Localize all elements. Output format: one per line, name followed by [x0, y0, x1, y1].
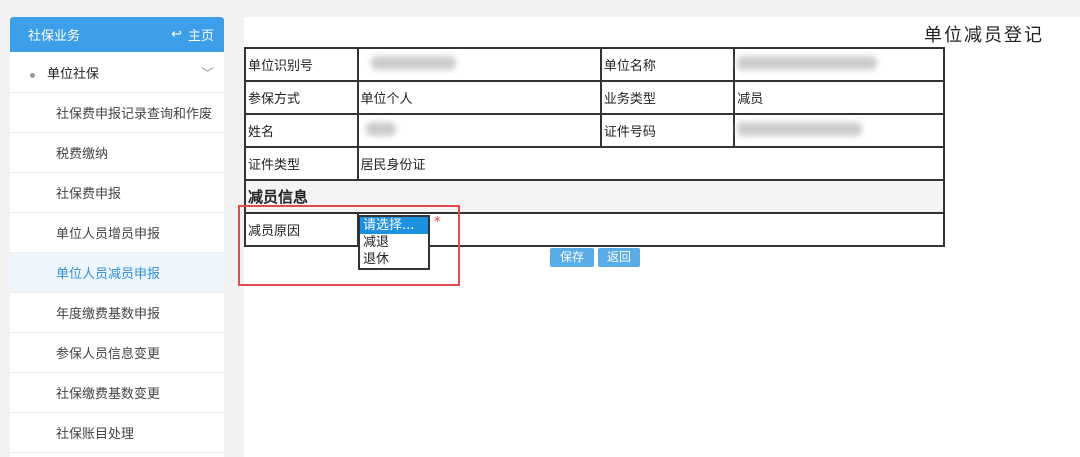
sidebar-item-label: 社保账目处理: [56, 427, 135, 442]
sidebar-item-label: 社保缴费基数变更: [56, 387, 161, 402]
sidebar-item-label: 单位人员增员申报: [56, 227, 161, 242]
home-link[interactable]: ↩ 主页: [171, 25, 214, 44]
sidebar-item-label: 参保人员信息变更: [56, 347, 161, 362]
back-button[interactable]: 返回: [598, 248, 640, 267]
label: 业务类型: [599, 80, 736, 115]
sidebar-item-label: 税费缴纳: [56, 147, 109, 162]
id-type-value: 居民身份证: [356, 146, 946, 181]
sidebar-item[interactable]: 社保费申报: [10, 173, 224, 213]
highlight-box: [238, 205, 460, 286]
sidebar-item[interactable]: 社保费申报记录查询和作废: [10, 93, 224, 133]
unit-name-value: [733, 47, 945, 82]
label: 参保方式: [244, 80, 359, 115]
save-button[interactable]: 保存: [550, 248, 594, 267]
insure-mode-value: 单位个人: [356, 80, 602, 115]
sidebar-item-label: 社保费申报: [56, 187, 122, 202]
chevron-down-icon: ﹀: [200, 66, 214, 82]
id-no-value: [733, 113, 945, 148]
sidebar-item[interactable]: 年度缴费基数申报: [10, 293, 224, 333]
group-label: 单位社保: [47, 66, 100, 82]
sidebar-item-label: 单位人员减员申报: [56, 267, 161, 282]
home-label: 主页: [187, 29, 214, 44]
bullet-icon: [30, 72, 35, 78]
sidebar-header: 社保业务 ↩ 主页: [10, 17, 224, 52]
sidebar-item[interactable]: 社保缴费基数变更: [10, 373, 224, 413]
sidebar-item[interactable]: 社保账目处理: [10, 413, 224, 453]
sidebar-item-label: 社保费申报记录查询和作废: [56, 107, 213, 122]
sidebar-item[interactable]: 单位人员增员申报: [10, 213, 224, 253]
back-arrow-icon: ↩: [171, 27, 182, 42]
sidebar-item-label: 年度缴费基数申报: [56, 307, 161, 322]
sidebar-title: 社保业务: [28, 29, 81, 44]
sidebar-item[interactable]: 单位人员减员申报: [10, 253, 224, 293]
sidebar: 社保业务 ↩ 主页 单位社保 ﹀ 社保费申报记录查询和作废 税费缴纳社保费申报单位人…: [10, 17, 224, 457]
sidebar-item[interactable]: 参保人员信息变更: [10, 333, 224, 373]
unit-id-value: [356, 47, 602, 82]
label: 姓名: [244, 113, 359, 148]
name-value: [356, 113, 602, 148]
biz-type-value: 减员: [733, 80, 945, 115]
label: 单位名称: [599, 47, 736, 82]
sidebar-group-unit-insurance[interactable]: 单位社保 ﹀: [10, 52, 224, 93]
label: 证件号码: [599, 113, 736, 148]
label: 证件类型: [244, 146, 359, 181]
sidebar-item[interactable]: 税费缴纳: [10, 133, 224, 173]
page-title: 单位减员登记: [924, 25, 1044, 46]
label: 单位识别号: [244, 47, 359, 82]
